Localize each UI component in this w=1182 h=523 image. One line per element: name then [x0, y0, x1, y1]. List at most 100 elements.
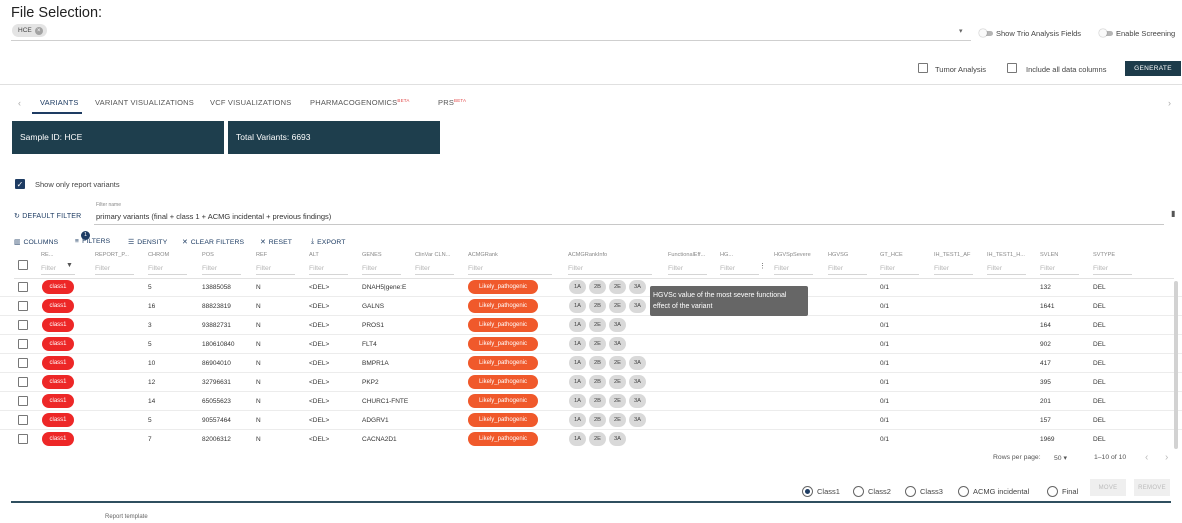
- column-header[interactable]: HGVSG: [828, 252, 873, 258]
- radio-icon[interactable]: [802, 486, 813, 497]
- file-chip[interactable]: HCE ×: [12, 24, 47, 37]
- column-header[interactable]: REPORT_P...: [95, 252, 140, 258]
- class-radio-option[interactable]: Class3: [905, 486, 943, 497]
- table-row[interactable]: class1 5 13885058 N <DEL> DNAH5|gene:E Likely_…: [0, 278, 1182, 297]
- next-page-icon[interactable]: ›: [1165, 452, 1168, 463]
- class-radio-option[interactable]: Class2: [853, 486, 891, 497]
- rows-per-page-select[interactable]: 50 ▾: [1054, 454, 1067, 462]
- column-header[interactable]: REF: [256, 252, 301, 258]
- row-checkbox[interactable]: [18, 415, 28, 425]
- column-filter-input[interactable]: Filter: [934, 265, 973, 275]
- column-header[interactable]: ACMGRank: [468, 252, 558, 258]
- columns-button[interactable]: ▥ COLUMNS: [14, 238, 58, 247]
- select-all-checkbox[interactable]: [18, 260, 28, 270]
- table-row[interactable]: class1 14 65055623 N <DEL> CHURC1-FNTE Likely_…: [0, 392, 1182, 411]
- column-filter-input[interactable]: Filter: [202, 265, 241, 275]
- column-header[interactable]: ALT: [309, 252, 354, 258]
- column-header[interactable]: POS: [202, 252, 247, 258]
- row-checkbox[interactable]: [18, 377, 28, 387]
- chevron-down-icon[interactable]: ▾: [959, 27, 963, 35]
- reset-button[interactable]: ✕ RESET: [260, 238, 292, 247]
- column-filter-input[interactable]: Filter: [828, 265, 867, 275]
- column-header[interactable]: GT_HCE: [880, 252, 925, 258]
- radio-icon[interactable]: [958, 486, 969, 497]
- column-header[interactable]: IH_TEST1_AF: [934, 252, 979, 258]
- column-header[interactable]: FunctionalEff...: [668, 252, 713, 258]
- prev-page-icon[interactable]: ‹: [1145, 452, 1148, 463]
- class-radio-option[interactable]: Class1: [802, 486, 840, 497]
- column-filter-input[interactable]: Filter: [362, 265, 401, 275]
- row-checkbox[interactable]: [18, 396, 28, 406]
- radio-icon[interactable]: [1047, 486, 1058, 497]
- column-filter-input[interactable]: Filter: [1093, 265, 1132, 275]
- tab-prs[interactable]: PRSBETA: [438, 98, 466, 107]
- column-header[interactable]: GENES: [362, 252, 407, 258]
- column-filter-input[interactable]: Filter: [720, 265, 759, 275]
- clear-filters-button[interactable]: ✕ CLEAR FILTERS: [182, 238, 244, 247]
- table-row[interactable]: class1 16 88823819 N <DEL> GALNS Likely_pathog…: [0, 297, 1182, 316]
- column-filter-input[interactable]: Filter: [415, 265, 454, 275]
- table-row[interactable]: class1 5 90557464 N <DEL> ADGRV1 Likely_pathog…: [0, 411, 1182, 430]
- table-row[interactable]: class1 7 82006312 N <DEL> CACNA2D1 Likely_path…: [0, 430, 1182, 446]
- column-filter-input[interactable]: Filter: [309, 265, 348, 275]
- column-filter-input[interactable]: Filter: [774, 265, 813, 275]
- filter-name-input[interactable]: primary variants (final + class 1 + ACMG…: [96, 212, 331, 221]
- table-row[interactable]: class1 12 32796631 N <DEL> PKP2 Likely_pathoge…: [0, 373, 1182, 392]
- tab-pharmacogenomics[interactable]: PHARMACOGENOMICSBETA: [310, 98, 410, 107]
- radio-icon[interactable]: [853, 486, 864, 497]
- column-filter-input[interactable]: Filter: [880, 265, 919, 275]
- column-header[interactable]: SVLEN: [1040, 252, 1085, 258]
- column-filter-input[interactable]: Filter: [148, 265, 187, 275]
- report-variants-checkbox[interactable]: ✓: [15, 179, 25, 189]
- column-header[interactable]: CHROM: [148, 252, 193, 258]
- density-button[interactable]: ☰ DENSITY: [128, 238, 167, 247]
- column-filter-input[interactable]: Filter: [668, 265, 707, 275]
- row-checkbox[interactable]: [18, 282, 28, 292]
- column-filter-input[interactable]: Filter: [1040, 265, 1079, 275]
- column-filter-input[interactable]: Filter: [468, 265, 552, 275]
- table-scrollbar[interactable]: [1174, 281, 1178, 449]
- move-button[interactable]: MOVE: [1090, 479, 1126, 496]
- column-header[interactable]: IH_TEST1_H...: [987, 252, 1032, 258]
- tumor-analysis-checkbox[interactable]: [918, 63, 928, 73]
- row-checkbox[interactable]: [18, 358, 28, 368]
- column-header[interactable]: ACMGRankInfo: [568, 252, 658, 258]
- column-filter-input[interactable]: Filter: [256, 265, 295, 275]
- column-header[interactable]: HGVSpSevere: [774, 252, 819, 258]
- row-checkbox[interactable]: [18, 301, 28, 311]
- column-header[interactable]: RE...: [41, 252, 81, 258]
- generate-button[interactable]: GENERATE: [1125, 61, 1181, 76]
- tab-vcf-visualizations[interactable]: VCF VISUALIZATIONS: [210, 98, 291, 107]
- tab-variants[interactable]: VARIANTS: [40, 98, 79, 107]
- row-checkbox[interactable]: [18, 339, 28, 349]
- class-radio-option[interactable]: Final: [1047, 486, 1078, 497]
- filter-active-icon[interactable]: ▼: [66, 262, 73, 269]
- export-button[interactable]: ⤓ EXPORT: [311, 238, 346, 246]
- default-filter-button[interactable]: ↻ DEFAULT FILTER: [14, 212, 81, 220]
- filters-button[interactable]: ≡ FILTERS: [75, 238, 110, 245]
- include-all-checkbox[interactable]: [1007, 63, 1017, 73]
- column-header[interactable]: ClinVar CLN...: [415, 252, 460, 258]
- toggle-switch-icon[interactable]: [979, 29, 993, 37]
- radio-icon[interactable]: [905, 486, 916, 497]
- column-header[interactable]: HG...: [720, 252, 765, 258]
- svlen-cell: 157: [1040, 417, 1051, 424]
- column-filter-input[interactable]: Filter: [95, 265, 134, 275]
- remove-button[interactable]: REMOVE: [1134, 479, 1170, 496]
- column-filter-input[interactable]: Filter: [987, 265, 1026, 275]
- table-row[interactable]: class1 10 86904010 N <DEL> BMPR1A Likely_patho…: [0, 354, 1182, 373]
- screening-toggle[interactable]: Enable Screening: [1099, 29, 1175, 38]
- column-filter-input[interactable]: Filter: [568, 265, 652, 275]
- column-header[interactable]: SVTYPE: [1093, 252, 1138, 258]
- table-row[interactable]: class1 3 93882731 N <DEL> PROS1 Likely_pathoge…: [0, 316, 1182, 335]
- trash-icon[interactable]: ▮: [1171, 209, 1175, 218]
- row-checkbox[interactable]: [18, 434, 28, 444]
- row-checkbox[interactable]: [18, 320, 28, 330]
- column-menu-icon[interactable]: ⋮: [759, 262, 766, 270]
- trio-toggle[interactable]: Show Trio Analysis Fields: [979, 29, 1081, 38]
- chip-remove-icon[interactable]: ×: [34, 26, 43, 35]
- table-row[interactable]: class1 5 180610840 N <DEL> FLT4 Likely_pathoge…: [0, 335, 1182, 354]
- class-radio-option[interactable]: ACMG incidental: [958, 486, 1029, 497]
- tab-variant-visualizations[interactable]: VARIANT VISUALIZATIONS: [95, 98, 194, 107]
- toggle-switch-icon[interactable]: [1099, 29, 1113, 37]
